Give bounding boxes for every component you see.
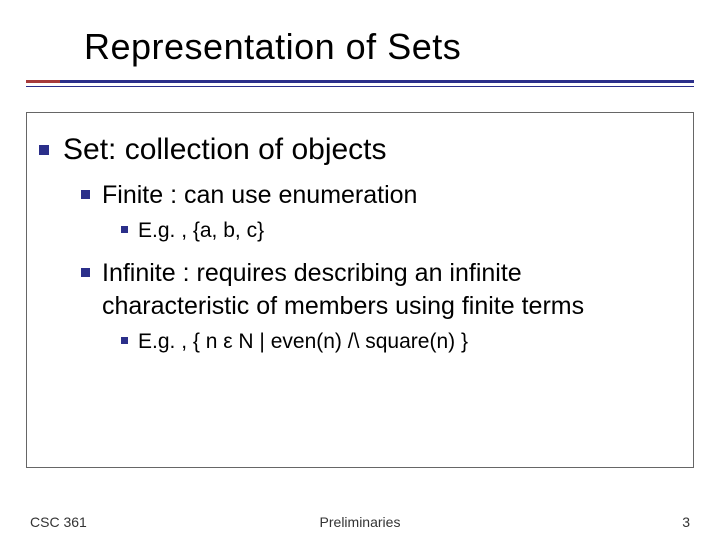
title-rule-thick xyxy=(26,80,694,83)
bullet-level3-finite-example: E.g. , {a, b, c} xyxy=(121,217,675,245)
bullet-level3-infinite-example: E.g. , { n ε N | even(n) /\ square(n) } xyxy=(121,328,675,356)
bullet-text: Set: collection of objects xyxy=(63,131,387,169)
content-box: Set: collection of objects Finite : can … xyxy=(26,112,694,468)
square-bullet-icon xyxy=(81,268,90,277)
bullet-level1: Set: collection of objects xyxy=(39,131,675,169)
slide: Representation of Sets Set: collection o… xyxy=(0,0,720,540)
square-bullet-icon xyxy=(121,226,128,233)
square-bullet-icon xyxy=(39,145,49,155)
footer-center: Preliminaries xyxy=(0,514,720,530)
bullet-text: E.g. , {a, b, c} xyxy=(138,217,264,245)
title-rule-accent xyxy=(26,80,60,83)
square-bullet-icon xyxy=(81,190,90,199)
title-rule-thin xyxy=(26,86,694,87)
footer: CSC 361 Preliminaries 3 xyxy=(0,514,720,530)
bullet-level2-finite: Finite : can use enumeration xyxy=(81,179,675,212)
bullet-text: Infinite : requires describing an infini… xyxy=(102,257,675,322)
bullet-text: Finite : can use enumeration xyxy=(102,179,417,212)
bullet-level2-infinite: Infinite : requires describing an infini… xyxy=(81,257,675,322)
square-bullet-icon xyxy=(121,337,128,344)
slide-title: Representation of Sets xyxy=(84,26,692,68)
bullet-text: E.g. , { n ε N | even(n) /\ square(n) } xyxy=(138,328,468,356)
